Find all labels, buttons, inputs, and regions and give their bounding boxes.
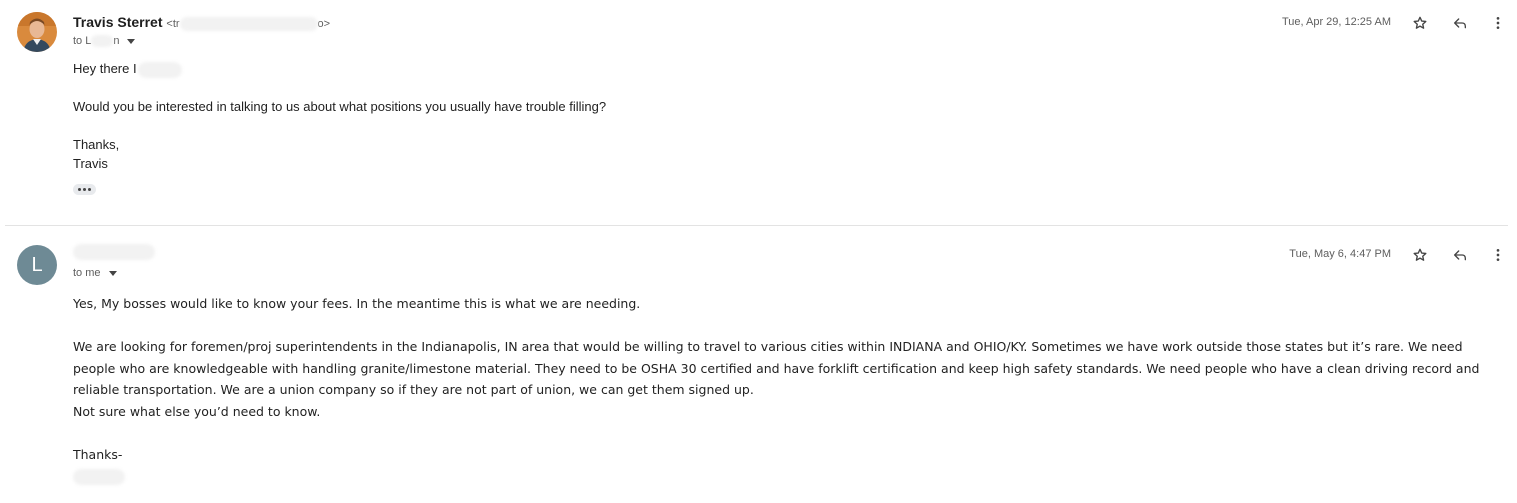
- more-horiz-icon-dot: [88, 188, 91, 191]
- redacted-email: [179, 17, 318, 32]
- email-message-2: L to me Tue, May 6, 4:47 PM Yes, My boss…: [0, 227, 1517, 503]
- redacted-recipient: [91, 35, 114, 47]
- star-button[interactable]: [1408, 11, 1432, 35]
- more-vert-icon: [1496, 17, 1500, 29]
- redacted-name: [137, 61, 182, 78]
- message-body: Hey there I Would you be interested in t…: [73, 59, 1503, 173]
- body-paragraph-1: Yes, My bosses would like to know your f…: [73, 296, 641, 311]
- body-paragraph-2: We are looking for foremen/proj superint…: [73, 339, 1480, 397]
- sender-avatar[interactable]: [17, 12, 57, 52]
- sender-line: [73, 243, 155, 261]
- message-divider: [5, 225, 1508, 226]
- recipient-suffix: n: [113, 35, 120, 47]
- redacted-signature: [73, 468, 125, 485]
- recipient-prefix: to L: [73, 35, 92, 47]
- signoff-name: Travis: [73, 156, 108, 171]
- reply-button[interactable]: [1448, 243, 1472, 267]
- recipient-line[interactable]: to L n: [73, 35, 136, 47]
- reply-button[interactable]: [1448, 11, 1472, 35]
- sender-line: Travis Sterret <tr o>: [73, 14, 331, 32]
- message-date: Tue, May 6, 4:47 PM: [1289, 248, 1391, 260]
- body-paragraph-3: Not sure what else you’d need to know.: [73, 403, 321, 419]
- sender-avatar[interactable]: L: [17, 245, 57, 285]
- message-body: Yes, My bosses would like to know your f…: [73, 293, 1503, 487]
- more-options-button[interactable]: [1486, 11, 1510, 35]
- redacted-sender-name[interactable]: [73, 244, 155, 261]
- star-icon: [1413, 248, 1427, 261]
- recipient-text: to me: [73, 267, 101, 279]
- more-horiz-icon-dot: [83, 188, 86, 191]
- sender-name[interactable]: Travis Sterret: [73, 14, 163, 30]
- star-button[interactable]: [1408, 243, 1432, 267]
- greeting-line: Hey there I: [73, 59, 1503, 78]
- sender-email: <tr o>: [166, 17, 331, 32]
- more-horiz-icon-dot: [78, 188, 81, 191]
- more-options-button[interactable]: [1486, 243, 1510, 267]
- avatar-photo: [17, 12, 57, 52]
- more-vert-icon: [1496, 249, 1500, 261]
- signature-line: [73, 465, 1503, 487]
- chevron-down-icon[interactable]: [108, 270, 117, 276]
- reply-icon: [1454, 18, 1466, 29]
- recipient-line[interactable]: to me: [73, 267, 117, 279]
- reply-icon: [1454, 250, 1466, 261]
- star-icon: [1413, 16, 1427, 29]
- signoff-line: Thanks,: [73, 137, 120, 152]
- body-paragraph: Would you be interested in talking to us…: [73, 99, 607, 114]
- show-trimmed-content-button[interactable]: [73, 184, 96, 195]
- email-message-1: Travis Sterret <tr o> to L n Tue, Apr 29, …: [0, 0, 1517, 226]
- message-date: Tue, Apr 29, 12:25 AM: [1281, 16, 1391, 28]
- chevron-down-icon[interactable]: [127, 38, 136, 44]
- signoff-line: Thanks-: [73, 446, 123, 462]
